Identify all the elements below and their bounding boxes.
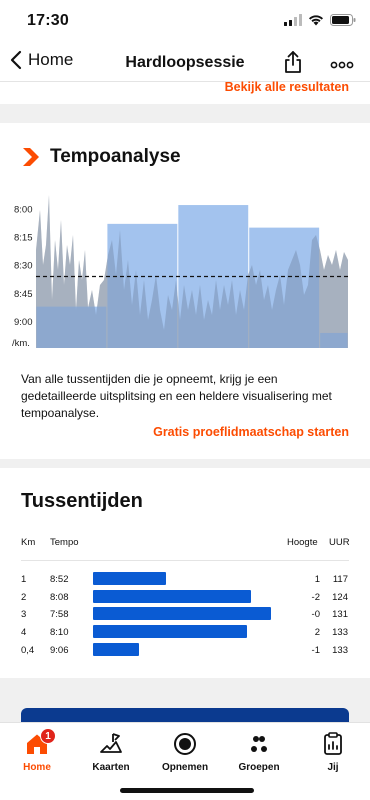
- view-all-results-link[interactable]: Bekijk alle resultaten: [225, 80, 349, 94]
- pace-chart-svg: 8:00 8:15 8:30 8:45 9:00/km.: [12, 195, 348, 349]
- tab-profile[interactable]: Jij: [296, 731, 370, 779]
- map-icon: [100, 733, 122, 753]
- split-hoogte: 2: [314, 627, 320, 638]
- tab-maps[interactable]: Kaarten: [74, 731, 148, 779]
- splits-title: Tussentijden: [21, 490, 143, 512]
- tab-label: Groepen: [238, 762, 280, 773]
- notification-badge: 1: [40, 728, 56, 744]
- split-bar: [93, 625, 247, 638]
- header-tempo: Tempo: [50, 537, 79, 548]
- tab-label: Jij: [327, 762, 339, 773]
- y-tick-label: 8:30: [14, 261, 33, 272]
- split-hoogte: 1: [314, 574, 320, 585]
- split-tempo: 8:08: [50, 592, 69, 603]
- page-title: Hardloopsessie: [125, 54, 245, 71]
- tab-label: Kaarten: [92, 762, 130, 773]
- split-bar: [93, 643, 139, 656]
- split-km: 1: [21, 574, 27, 585]
- y-tick-label: 9:00: [14, 317, 33, 328]
- status-bar: 17:30: [0, 0, 370, 44]
- section-divider: [0, 459, 370, 468]
- strava-chevron-icon: [23, 148, 39, 166]
- split-uur: 133: [332, 645, 348, 656]
- status-time: 17:30: [27, 12, 69, 29]
- y-tick-label: 8:00: [14, 204, 33, 215]
- home-indicator: [120, 788, 254, 793]
- split-km: 0,4: [21, 645, 35, 656]
- splits-divider: [21, 560, 349, 561]
- pace-chart: 8:00 8:15 8:30 8:45 9:00/km.: [0, 190, 370, 360]
- header-uur: UUR: [329, 537, 350, 548]
- profile-icon: [324, 732, 342, 755]
- groups-icon: [251, 736, 267, 752]
- start-trial-link[interactable]: Gratis proeflidmaatschap starten: [153, 425, 349, 439]
- split-bar: [93, 607, 271, 620]
- split-tempo: 7:58: [50, 609, 69, 620]
- split-hoogte: -2: [311, 592, 320, 603]
- share-icon: [285, 51, 301, 73]
- split-uur: 117: [332, 574, 348, 585]
- table-row: 3 7:58 -0 131: [0, 606, 370, 623]
- share-button[interactable]: [283, 50, 303, 79]
- tempo-description: Van alle tussentijden die je opneemt, kr…: [21, 372, 332, 420]
- table-row: 4 8:10 2 133: [0, 624, 370, 641]
- split-tempo: 8:10: [50, 627, 69, 638]
- table-row: 0,4 9:06 -1 133: [0, 642, 370, 659]
- split-tempo: 9:06: [50, 645, 69, 656]
- header-km: Km: [21, 537, 36, 548]
- y-tick-label: 8:45: [14, 289, 33, 300]
- battery-icon: [330, 14, 356, 26]
- tab-label: Home: [23, 762, 51, 773]
- split-tempo: 8:52: [50, 574, 69, 585]
- tempo-header: Tempoanalyse: [22, 146, 181, 168]
- record-icon: [174, 733, 196, 755]
- split-km: 3: [21, 609, 27, 620]
- split-uur: 133: [332, 627, 348, 638]
- tab-label: Opnemen: [161, 762, 209, 773]
- tempo-title: Tempoanalyse: [50, 146, 181, 167]
- split-bar: [93, 590, 251, 603]
- split-bar: [93, 572, 166, 585]
- header-hoogte: Hoogte: [287, 537, 318, 548]
- status-icons: [284, 14, 356, 26]
- section-divider: [0, 104, 370, 123]
- wifi-icon: [309, 15, 323, 26]
- split-uur: 131: [332, 609, 348, 620]
- nav-bar: Home Hardloopsessie: [0, 44, 370, 82]
- splits-header: Km Tempo Hoogte UUR: [0, 537, 370, 551]
- table-row: 1 8:52 1 117: [0, 571, 370, 588]
- tab-home[interactable]: 1 Home: [0, 728, 74, 779]
- more-options-button[interactable]: [330, 56, 354, 74]
- more-icon: [330, 61, 354, 69]
- split-km: 4: [21, 627, 27, 638]
- split-km: 2: [21, 592, 27, 603]
- tab-groups[interactable]: Groepen: [222, 731, 296, 779]
- table-row: 2 8:08 -2 124: [0, 589, 370, 606]
- y-unit-label: /km.: [12, 338, 30, 349]
- split-hoogte: -0: [311, 609, 320, 620]
- tab-record[interactable]: Opnemen: [148, 731, 222, 779]
- split-uur: 124: [332, 592, 348, 603]
- y-tick-label: 8:15: [14, 233, 33, 244]
- split-hoogte: -1: [311, 645, 320, 656]
- signal-icon: [284, 14, 302, 26]
